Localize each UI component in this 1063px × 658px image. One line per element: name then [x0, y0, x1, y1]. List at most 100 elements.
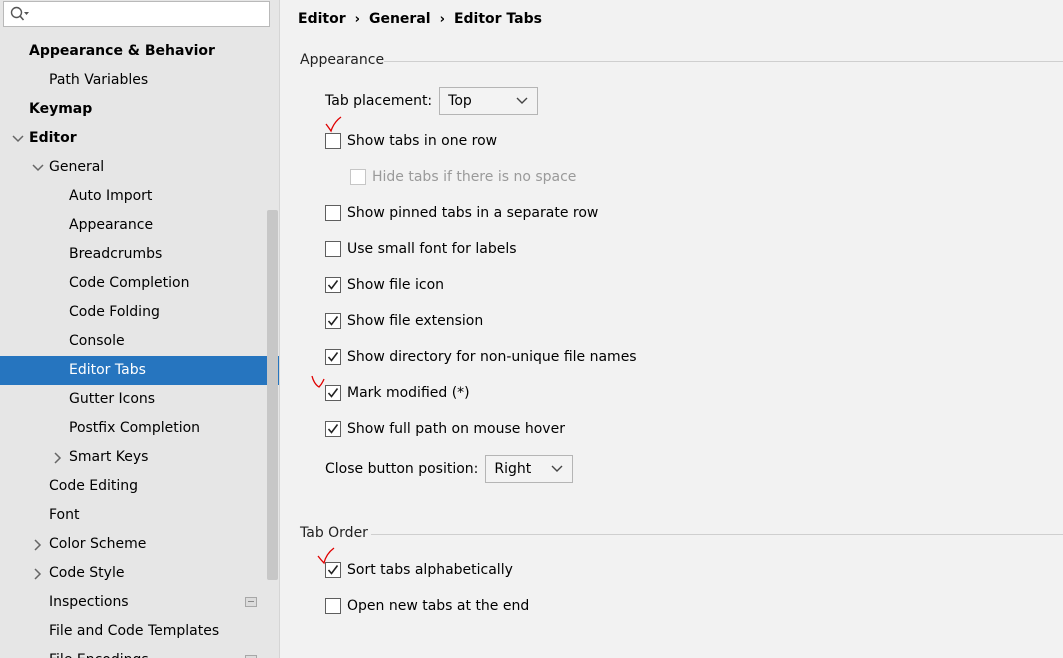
checkbox-label: Show pinned tabs in a separate row: [347, 205, 599, 221]
sidebar-item-font[interactable]: Font: [0, 501, 279, 530]
checkmark-icon: [327, 424, 339, 434]
sidebar-item-label: Console: [69, 333, 125, 349]
tab-placement-select[interactable]: Top: [439, 87, 539, 115]
sidebar-item-color-scheme[interactable]: Color Scheme: [0, 530, 279, 559]
chevron-right-icon[interactable]: [31, 530, 45, 559]
sidebar-item-file-encodings[interactable]: File Encodings: [0, 646, 279, 658]
sidebar-item-smart-keys[interactable]: Smart Keys: [0, 443, 279, 472]
sidebar-item-console[interactable]: Console: [0, 327, 279, 356]
chevron-right-icon: ›: [354, 11, 360, 27]
checkbox-label: Show tabs in one row: [347, 133, 498, 149]
checkmark-icon: [327, 316, 339, 326]
hide-tabs-no-space-checkbox[interactable]: [350, 169, 366, 185]
search-input[interactable]: [3, 1, 270, 27]
sort-alpha-option[interactable]: Sort tabs alphabetically: [325, 559, 513, 581]
show-file-extension-checkbox[interactable]: [325, 313, 341, 329]
sidebar-item-label: Path Variables: [49, 72, 149, 88]
sidebar-item-editor-tabs[interactable]: Editor Tabs: [0, 356, 279, 385]
chevron-down-icon[interactable]: [11, 124, 25, 153]
sidebar-item-editor[interactable]: Editor: [0, 124, 279, 153]
sidebar-item-label: Breadcrumbs: [69, 246, 163, 262]
sidebar-item-code-completion[interactable]: Code Completion: [0, 269, 279, 298]
show-directory-option[interactable]: Show directory for non-unique file names: [325, 346, 637, 368]
close-button-position-label: Close button position:: [325, 461, 479, 477]
chevron-down-icon: [516, 93, 528, 109]
small-font-checkbox[interactable]: [325, 241, 341, 257]
sidebar-item-appearance-behavior[interactable]: Appearance & Behavior: [0, 37, 279, 66]
sidebar-item-file-code-templates[interactable]: File and Code Templates: [0, 617, 279, 646]
sidebar-item-path-variables[interactable]: Path Variables: [0, 66, 279, 95]
sidebar-item-appearance[interactable]: Appearance: [0, 211, 279, 240]
checkbox-label: Show directory for non-unique file names: [347, 349, 637, 365]
open-at-end-checkbox[interactable]: [325, 598, 341, 614]
checkbox-label: Hide tabs if there is no space: [372, 169, 577, 185]
show-tabs-one-row-checkbox[interactable]: [325, 133, 341, 149]
sidebar-item-label: General: [49, 159, 105, 175]
group-divider: [384, 61, 1063, 62]
close-button-position-select[interactable]: Right: [485, 455, 574, 483]
annotation-check-icon: [311, 375, 325, 388]
sidebar-item-label: Appearance & Behavior: [29, 43, 215, 59]
sidebar-item-label: Appearance: [69, 217, 154, 233]
sidebar-item-code-editing[interactable]: Code Editing: [0, 472, 279, 501]
open-at-end-option[interactable]: Open new tabs at the end: [325, 595, 529, 617]
show-directory-checkbox[interactable]: [325, 349, 341, 365]
show-file-icon-checkbox[interactable]: [325, 277, 341, 293]
show-full-path-option[interactable]: Show full path on mouse hover: [325, 418, 565, 440]
annotation-check-icon: [317, 547, 335, 565]
checkbox-label: Show file icon: [347, 277, 445, 293]
sidebar-item-label: Auto Import: [69, 188, 153, 204]
sidebar-item-auto-import[interactable]: Auto Import: [0, 182, 279, 211]
sidebar-item-label: File and Code Templates: [49, 623, 220, 639]
sidebar-item-code-style[interactable]: Code Style: [0, 559, 279, 588]
sidebar-item-postfix-completion[interactable]: Postfix Completion: [0, 414, 279, 443]
breadcrumb: Editor › General › Editor Tabs: [298, 9, 542, 29]
tab-placement-row: Tab placement: Top: [325, 87, 539, 115]
group-title-appearance: Appearance: [300, 52, 385, 68]
sidebar-item-label: Code Completion: [69, 275, 190, 291]
sidebar-item-label: Editor Tabs: [69, 362, 146, 378]
show-tabs-one-row-option[interactable]: Show tabs in one row: [325, 130, 497, 152]
sidebar-item-label: Postfix Completion: [69, 420, 201, 436]
search-icon: [10, 6, 30, 22]
sidebar-item-label: Keymap: [29, 101, 93, 117]
sidebar-item-label: Font: [49, 507, 80, 523]
checkbox-label: Show file extension: [347, 313, 484, 329]
annotation-check-icon: [325, 116, 342, 133]
sidebar-item-keymap[interactable]: Keymap: [0, 95, 279, 124]
breadcrumb-item[interactable]: Editor: [298, 11, 346, 27]
mark-modified-option[interactable]: Mark modified (*): [325, 382, 470, 404]
chevron-down-icon: [551, 461, 563, 477]
show-pinned-separate-checkbox[interactable]: [325, 205, 341, 221]
small-font-option[interactable]: Use small font for labels: [325, 238, 517, 260]
project-scope-icon: [245, 597, 257, 607]
chevron-right-icon[interactable]: [51, 443, 65, 472]
breadcrumb-item: Editor Tabs: [453, 11, 542, 27]
hide-tabs-no-space-option[interactable]: Hide tabs if there is no space: [350, 166, 576, 188]
show-file-extension-option[interactable]: Show file extension: [325, 310, 483, 332]
sidebar-scrollbar[interactable]: [267, 210, 278, 580]
sidebar-item-general[interactable]: General: [0, 153, 279, 182]
sidebar-item-inspections[interactable]: Inspections: [0, 588, 279, 617]
tab-placement-label: Tab placement:: [325, 93, 433, 109]
sidebar-item-label: Gutter Icons: [69, 391, 156, 407]
sidebar-item-label: Smart Keys: [69, 449, 149, 465]
chevron-right-icon[interactable]: [31, 559, 45, 588]
checkmark-icon: [327, 280, 339, 290]
tab-placement-value: Top: [448, 93, 472, 109]
group-title-tab-order: Tab Order: [300, 525, 368, 541]
checkbox-label: Open new tabs at the end: [347, 598, 530, 614]
sidebar-item-label: Editor: [29, 130, 77, 146]
checkmark-icon: [327, 352, 339, 362]
show-file-icon-option[interactable]: Show file icon: [325, 274, 444, 296]
sidebar-item-code-folding[interactable]: Code Folding: [0, 298, 279, 327]
group-divider: [371, 534, 1063, 535]
breadcrumb-item[interactable]: General: [369, 11, 431, 27]
show-full-path-checkbox[interactable]: [325, 421, 341, 437]
checkbox-label: Use small font for labels: [347, 241, 517, 257]
sidebar-item-gutter-icons[interactable]: Gutter Icons: [0, 385, 279, 414]
show-pinned-separate-option[interactable]: Show pinned tabs in a separate row: [325, 202, 598, 224]
sidebar-item-breadcrumbs[interactable]: Breadcrumbs: [0, 240, 279, 269]
settings-content: Editor › General › Editor Tabs Appearanc…: [280, 0, 1063, 658]
chevron-down-icon[interactable]: [31, 153, 45, 182]
